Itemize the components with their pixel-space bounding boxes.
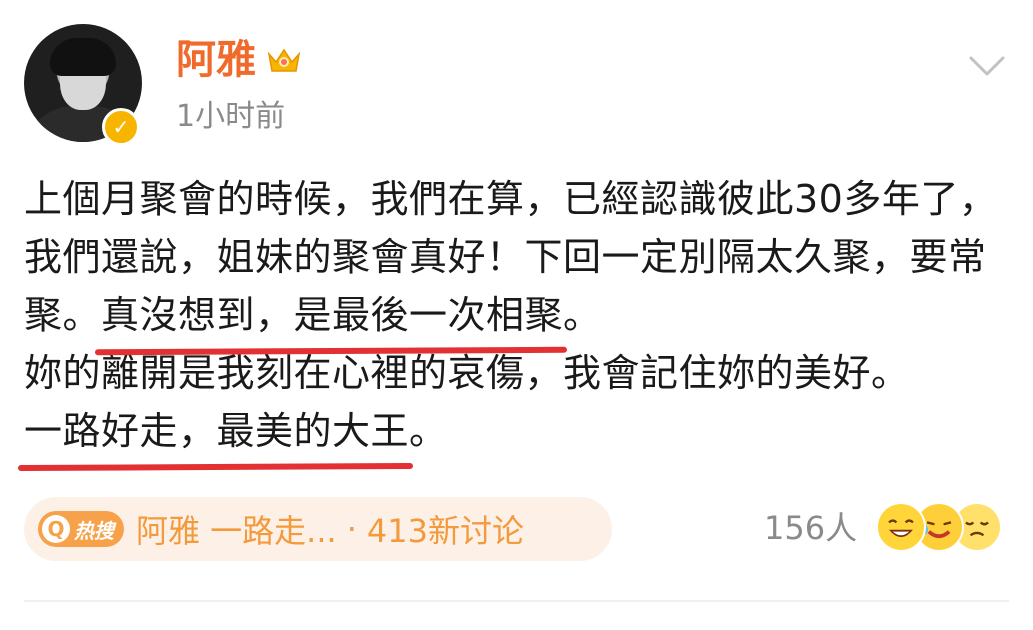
laughing-emoji-icon bbox=[876, 502, 926, 552]
post-text-segment: 。 bbox=[409, 409, 448, 453]
chevron-down-icon[interactable] bbox=[968, 54, 1006, 80]
avatar-hair bbox=[50, 38, 116, 76]
crown-icon bbox=[267, 48, 301, 72]
post-time: 1小时前 bbox=[176, 99, 286, 134]
search-icon: Q bbox=[42, 515, 70, 543]
post-text-highlight: 真沒想到，是最後一次相聚 bbox=[101, 286, 563, 344]
author-row: 阿雅 bbox=[176, 40, 302, 80]
author-name[interactable]: 阿雅 bbox=[176, 40, 256, 80]
hot-search-badge: Q 热搜 bbox=[38, 511, 124, 547]
reaction-emojis[interactable] bbox=[876, 502, 1006, 554]
reaction-count[interactable]: 156人 bbox=[764, 512, 857, 544]
hot-search-count: 413新讨论 bbox=[366, 512, 524, 550]
hot-search-topic: 阿雅 一路走... bbox=[136, 512, 337, 550]
post-body: 上個月聚會的時候，我們在算，已經認識彼此30多年了，我們還說，姐妹的聚會真好！下… bbox=[24, 170, 1002, 460]
post-text-highlight: 一路好走，最美的大王 bbox=[24, 402, 409, 460]
verified-icon: ✓ bbox=[102, 108, 140, 146]
hot-search-bar[interactable]: Q 热搜 阿雅 一路走... · 413新讨论 bbox=[24, 497, 612, 561]
hot-search-badge-label: 热搜 bbox=[74, 518, 114, 543]
divider bbox=[24, 600, 1009, 602]
hot-search-separator: · bbox=[346, 510, 357, 548]
